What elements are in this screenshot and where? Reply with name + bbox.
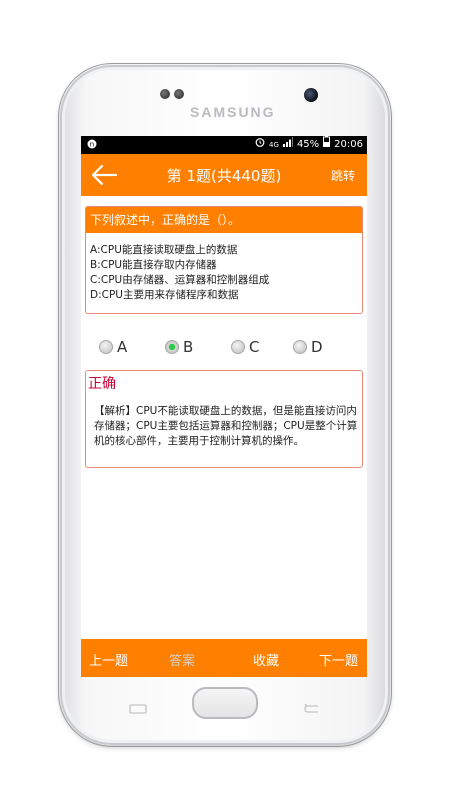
choice-d[interactable]: D <box>293 338 323 356</box>
favorite-button[interactable]: 收藏 <box>253 650 279 669</box>
front-camera <box>304 88 318 102</box>
app-header: 第 1题(共440题) 跳转 <box>81 154 367 196</box>
answer-card: 正确 【解析】CPU不能读取硬盘上的数据，但是能直接访问内存储器；CPU主要包括… <box>85 370 363 468</box>
radio-a[interactable] <box>99 340 113 354</box>
sensor-dot <box>174 89 184 99</box>
choice-a[interactable]: A <box>99 338 127 356</box>
question-card: 下列叙述中，正确的是（）。 A:CPU能直接读取硬盘上的数据 B:CPU能直接存… <box>85 206 363 314</box>
next-question-button[interactable]: 下一题 <box>319 650 358 669</box>
option-text-a: A:CPU能直接读取硬盘上的数据 <box>90 244 238 256</box>
bottom-bar: 上一题 答案 收藏 下一题 <box>81 639 367 677</box>
status-bar: n 4G 45% 20:06 <box>81 136 367 154</box>
page-title: 第 1题(共440题) <box>166 167 282 185</box>
brand-logo: SAMSUNG <box>190 104 276 120</box>
signal-icon <box>282 136 293 154</box>
answer-choices: A B C D <box>97 338 357 358</box>
back-key-icon[interactable] <box>302 699 322 713</box>
app-notification-icon: n <box>87 136 97 154</box>
recent-apps-icon[interactable] <box>128 699 148 714</box>
battery-percent: 45% <box>296 139 320 150</box>
alarm-icon <box>255 136 265 154</box>
radio-b[interactable] <box>165 340 179 354</box>
choice-c[interactable]: C <box>231 338 259 356</box>
option-text-c: C:CPU由存储器、运算器和控制器组成 <box>90 274 270 286</box>
network-type: 4G <box>269 141 279 149</box>
show-answer-button[interactable]: 答案 <box>169 650 195 669</box>
option-text-d: D:CPU主要用来存储程序和数据 <box>90 289 239 301</box>
choice-a-label: A <box>117 338 128 356</box>
result-status: 正确 <box>88 376 116 392</box>
answer-explanation: 【解析】CPU不能读取硬盘上的数据，但是能直接访问内存储器；CPU主要包括运算器… <box>94 405 358 447</box>
choice-b-label: B <box>183 338 194 356</box>
radio-d[interactable] <box>293 340 307 354</box>
choice-c-label: C <box>249 338 260 356</box>
prev-question-button[interactable]: 上一题 <box>89 650 128 669</box>
question-text: 下列叙述中，正确的是（）。 <box>86 207 362 233</box>
sensor-dot <box>160 89 170 99</box>
phone-screen: n 4G 45% 20:06 第 1题(共440题) 跳转 下列叙述中，正确的是… <box>81 136 367 677</box>
radio-c[interactable] <box>231 340 245 354</box>
home-button[interactable] <box>192 687 258 719</box>
question-options: A:CPU能直接读取硬盘上的数据 B:CPU能直接存取内存储器 C:CPU由存储… <box>86 233 362 303</box>
jump-button[interactable]: 跳转 <box>331 167 355 184</box>
battery-icon <box>323 136 331 154</box>
choice-b[interactable]: B <box>165 338 193 356</box>
option-text-b: B:CPU能直接存取内存储器 <box>90 259 217 271</box>
clock: 20:06 <box>334 139 363 150</box>
svg-text:n: n <box>90 141 94 149</box>
choice-d-label: D <box>311 338 323 356</box>
